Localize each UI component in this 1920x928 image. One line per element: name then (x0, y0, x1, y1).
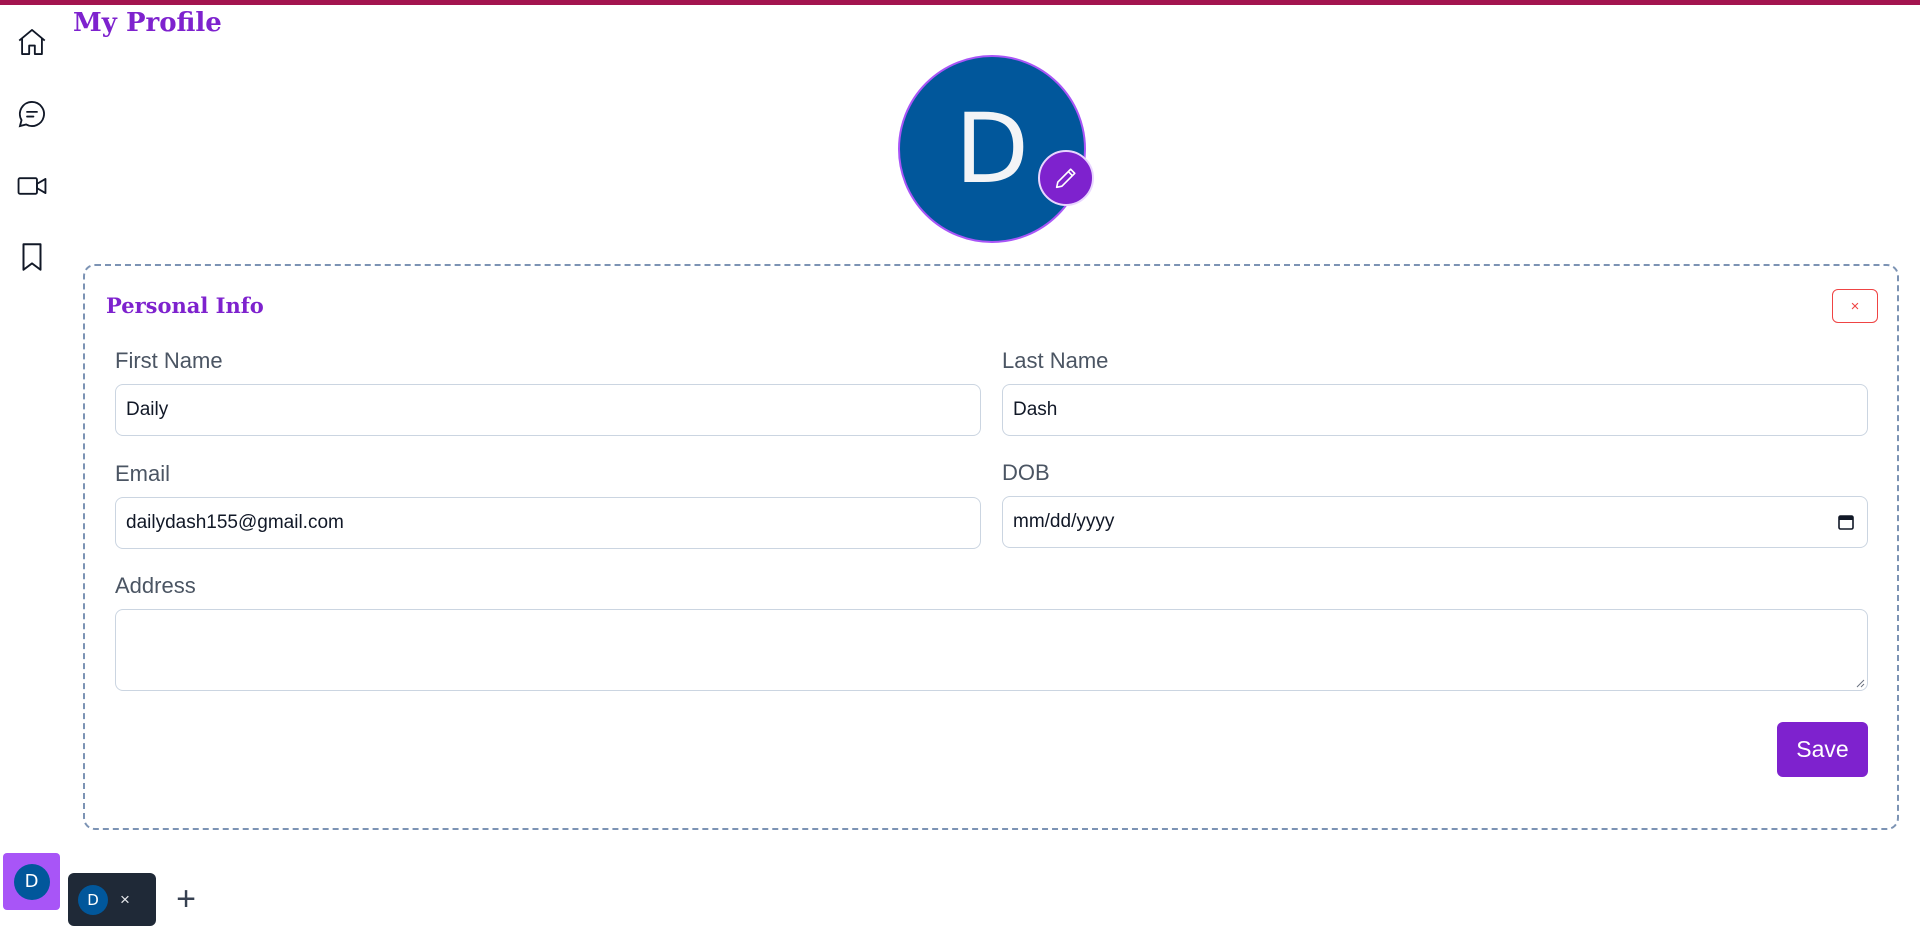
sidebar-item-chat[interactable] (12, 94, 52, 134)
personal-info-title: Personal Info (106, 293, 264, 318)
address-textarea[interactable] (115, 609, 1868, 691)
pencil-icon (1055, 168, 1076, 189)
sidebar-item-video[interactable] (12, 166, 52, 206)
email-input[interactable]: dailydash155@gmail.com (115, 497, 981, 549)
profile-avatar-container: D (898, 55, 1094, 243)
bookmark-icon (22, 243, 42, 271)
last-name-label: Last Name (1002, 348, 1109, 373)
sidebar-item-bookmark[interactable] (12, 237, 52, 277)
email-label: Email (115, 461, 171, 486)
sidebar-item-home[interactable] (12, 22, 52, 62)
dob-label: DOB (1002, 460, 1050, 485)
close-button[interactable]: × (1832, 289, 1878, 323)
avatar-initial: D (955, 93, 1029, 205)
account-avatar: D (13, 863, 50, 900)
dob-placeholder: mm/dd/yyyy (1013, 511, 1115, 532)
address-label: Address (115, 573, 196, 598)
profile-avatar: D (898, 55, 1086, 243)
video-camera-icon (17, 177, 47, 195)
close-icon: × (1850, 297, 1860, 315)
account-switcher[interactable]: D (3, 853, 60, 910)
last-name-input[interactable]: Dash (1002, 384, 1868, 436)
dob-input[interactable]: mm/dd/yyyy (1002, 496, 1868, 548)
resize-handle-icon[interactable] (1855, 678, 1865, 688)
save-button[interactable]: Save (1777, 722, 1868, 777)
calendar-icon[interactable] (1837, 513, 1855, 531)
page-title: My Profile (73, 8, 222, 38)
open-tab[interactable]: D × (68, 873, 156, 926)
tab-close-icon[interactable]: × (120, 890, 130, 910)
add-tab-button[interactable]: + (173, 880, 199, 918)
top-accent-bar (0, 0, 1920, 5)
tab-avatar: D (78, 884, 108, 915)
chat-icon (18, 101, 45, 128)
personal-info-card: Personal Info × First Name Daily Last Na… (83, 264, 1899, 830)
first-name-label: First Name (115, 348, 223, 373)
first-name-input[interactable]: Daily (115, 384, 981, 436)
edit-avatar-button[interactable] (1038, 150, 1094, 206)
home-icon (18, 29, 46, 55)
